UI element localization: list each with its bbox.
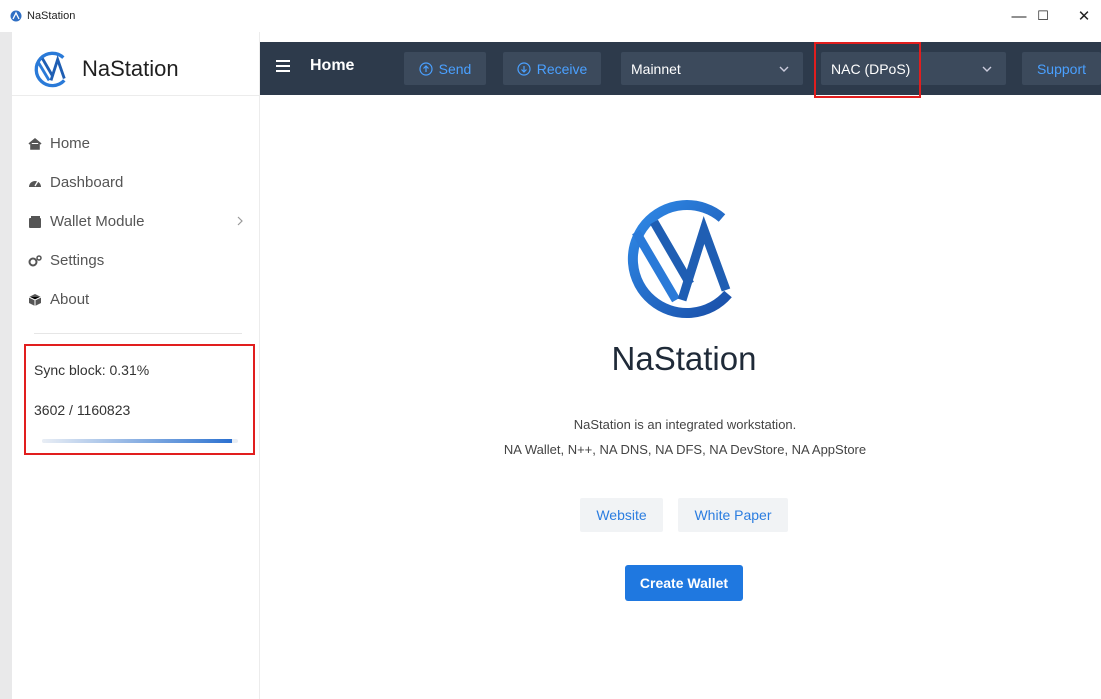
dashboard-icon bbox=[29, 180, 41, 187]
create-wallet-button[interactable]: Create Wallet bbox=[625, 565, 743, 601]
sync-progress-bar bbox=[42, 439, 238, 443]
sidebar-brand[interactable]: NaStation bbox=[12, 42, 260, 96]
chevron-down-icon bbox=[779, 66, 789, 72]
sidebar: NaStation Home Dashboard Wallet Module S… bbox=[12, 32, 260, 699]
cube-icon bbox=[28, 293, 42, 306]
maximize-button[interactable]: ☐ bbox=[1021, 0, 1065, 32]
description-line-2: NA Wallet, N++, NA DNS, NA DFS, NA DevSt… bbox=[503, 442, 867, 457]
receive-button[interactable]: Receive bbox=[503, 52, 601, 85]
sidebar-item-label: About bbox=[50, 291, 90, 308]
close-button[interactable]: ✕ bbox=[1062, 0, 1101, 32]
sync-block-count: 3602 / 1160823 bbox=[34, 402, 131, 418]
page-title: Home bbox=[310, 57, 355, 74]
nastation-logo-large-icon bbox=[627, 200, 732, 318]
sidebar-item-label: Home bbox=[50, 135, 91, 152]
network-select[interactable]: Mainnet bbox=[621, 52, 803, 85]
sync-progress-fill bbox=[42, 439, 233, 443]
main-app-title: NaStation bbox=[611, 340, 757, 377]
description-line-1: NaStation is an integrated workstation. bbox=[573, 417, 797, 432]
window-title: NaStation bbox=[27, 10, 76, 22]
nastation-logo-icon bbox=[34, 51, 66, 87]
send-label: Send bbox=[438, 60, 472, 77]
send-button[interactable]: Send bbox=[404, 52, 486, 85]
chain-select[interactable]: NAC (DPoS) bbox=[821, 52, 1006, 85]
hamburger-menu-icon[interactable] bbox=[276, 60, 290, 72]
sidebar-item-home[interactable]: Home bbox=[12, 124, 260, 163]
network-selected-value: Mainnet bbox=[631, 60, 681, 77]
support-label: Support bbox=[1036, 60, 1087, 77]
chain-selected-value: NAC (DPoS) bbox=[831, 60, 911, 77]
sidebar-item-about[interactable]: About bbox=[12, 280, 260, 319]
sidebar-item-label: Dashboard bbox=[50, 174, 124, 191]
sync-status-panel: Sync block: 0.31% 3602 / 1160823 bbox=[24, 344, 255, 455]
wallet-icon bbox=[29, 215, 41, 228]
sidebar-item-label: Settings bbox=[50, 252, 105, 269]
sidebar-nav: Home Dashboard Wallet Module Settings Ab… bbox=[12, 124, 260, 319]
sidebar-item-wallet-module[interactable]: Wallet Module bbox=[12, 202, 260, 241]
white-paper-button[interactable]: White Paper bbox=[678, 498, 788, 532]
sidebar-divider bbox=[34, 333, 242, 334]
window-titlebar: NaStation bbox=[0, 0, 1101, 32]
chevron-down-icon bbox=[982, 66, 992, 72]
sync-percent-label: Sync block: 0.31% bbox=[34, 362, 150, 378]
app-icon bbox=[10, 10, 22, 22]
support-button[interactable]: Support bbox=[1022, 52, 1101, 85]
top-toolbar: Home Send Receive Mainnet NAC (DPoS) Sup… bbox=[260, 42, 1101, 98]
arrow-up-circle-icon bbox=[419, 61, 433, 76]
gears-icon bbox=[28, 254, 42, 266]
receive-label: Receive bbox=[536, 60, 588, 77]
home-icon bbox=[28, 137, 42, 150]
window-edge bbox=[0, 32, 12, 699]
sidebar-item-label: Wallet Module bbox=[50, 213, 145, 230]
arrow-down-circle-icon bbox=[517, 61, 531, 76]
website-button[interactable]: Website bbox=[580, 498, 663, 532]
chevron-right-icon bbox=[237, 216, 243, 226]
brand-name: NaStation bbox=[82, 55, 179, 81]
sidebar-item-settings[interactable]: Settings bbox=[12, 241, 260, 280]
sidebar-item-dashboard[interactable]: Dashboard bbox=[12, 163, 260, 202]
